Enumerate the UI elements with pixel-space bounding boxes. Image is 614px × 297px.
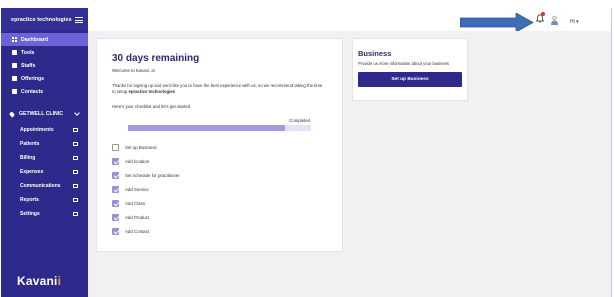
- sidebar-item-label: Reports: [20, 197, 39, 203]
- checkbox-checked[interactable]: [112, 171, 119, 179]
- expenses-icon: [73, 170, 78, 174]
- checkbox-checked[interactable]: [112, 185, 119, 193]
- checklist-item[interactable]: Add Service: [112, 182, 328, 196]
- topbar: Hi ▾: [88, 8, 614, 32]
- sidebar-item-communications[interactable]: Communications: [1, 179, 88, 193]
- sidebar-item-patients[interactable]: Patients: [1, 137, 88, 151]
- clinic-nav: Appointments Patients Billing Expenses Commu…: [1, 123, 88, 221]
- sidebar-item-label: Expenses: [20, 169, 44, 175]
- sidebar-item-reports[interactable]: Reports: [1, 193, 88, 207]
- sidebar-item-billing[interactable]: Billing: [1, 151, 88, 165]
- sidebar-item-label: Offerings: [21, 75, 45, 82]
- brand-bar: epractice technologies: [1, 8, 88, 31]
- checkbox-checked[interactable]: [112, 157, 119, 165]
- clinic-name: GETWELL CLINIC: [19, 111, 63, 117]
- trial-card: 30 days remaining Welcome to Kavani, a! …: [96, 38, 343, 252]
- checklist-item[interactable]: Add Product: [112, 210, 328, 224]
- calendar-icon: [73, 128, 78, 132]
- progress-label: Completed: [289, 118, 310, 123]
- sidebar-item-staffs[interactable]: Staffs: [1, 59, 88, 72]
- checklist-item[interactable]: Add location: [112, 154, 328, 168]
- checklist-item-label: Add Product: [125, 214, 150, 220]
- sidebar-item-label: Tools: [21, 49, 35, 56]
- progress-fill: [128, 125, 286, 131]
- tools-icon: [12, 50, 17, 55]
- checkbox-checked[interactable]: [112, 227, 119, 235]
- sidebar-item-label: Patients: [20, 141, 40, 147]
- welcome-text: Welcome to Kavani, a!: [112, 68, 155, 73]
- patients-icon: [73, 142, 78, 146]
- checklist-item-label: Add Service: [125, 186, 149, 192]
- sidebar-item-label: Contacts: [21, 88, 44, 95]
- sidebar-item-appointments[interactable]: Appointments: [1, 123, 88, 137]
- set-up-business-button[interactable]: Set up Business: [358, 72, 462, 87]
- dashboard-main: 30 days remaining Welcome to Kavani, a! …: [88, 31, 611, 297]
- sidebar-item-label: Settings: [20, 211, 40, 217]
- user-menu[interactable]: Hi ▾: [570, 19, 579, 25]
- checklist-item[interactable]: Add Class: [112, 196, 328, 210]
- checklist-item[interactable]: Add Contact: [112, 224, 328, 238]
- checkbox-checked[interactable]: [112, 199, 119, 207]
- notification-badge: [541, 12, 545, 16]
- chevron-down-icon: [74, 110, 80, 116]
- sidebar-item-label: Billing: [20, 155, 36, 161]
- checklist-item-label: Set schedule for practitioner: [125, 172, 180, 178]
- sidebar-item-dashboard[interactable]: Dashboard: [1, 33, 88, 46]
- sidebar-item-label: Communications: [20, 183, 61, 189]
- sidebar-item-tools[interactable]: Tools: [1, 46, 88, 59]
- main-nav: Dashboard Tools Staffs Offerings Contacts: [1, 31, 88, 98]
- setup-checklist: Set up Business Add location Set schedule …: [112, 140, 328, 238]
- sidebar-item-label: Dashboard: [21, 36, 49, 43]
- app-root: epractice technologies Dashboard Tools Sta…: [0, 0, 614, 297]
- checkbox-unchecked[interactable]: [112, 143, 119, 151]
- clinic-selector[interactable]: GETWELL CLINIC: [1, 107, 88, 121]
- staffs-icon: [12, 63, 17, 68]
- sidebar: epractice technologies Dashboard Tools Sta…: [1, 8, 88, 297]
- hamburger-menu-icon[interactable]: [75, 16, 83, 23]
- frame-border: [611, 8, 612, 297]
- sidebar-item-offerings[interactable]: Offerings: [1, 72, 88, 85]
- sidebar-item-label: Appointments: [20, 127, 54, 133]
- checklist-item-label: Add Class: [125, 200, 146, 206]
- gear-icon: [73, 212, 78, 216]
- dashboard-icon: [12, 37, 17, 42]
- progress-bar: [128, 125, 311, 131]
- sidebar-item-settings[interactable]: Settings: [1, 207, 88, 221]
- offerings-icon: [12, 76, 17, 81]
- sidebar-item-expenses[interactable]: Expenses: [1, 165, 88, 179]
- sidebar-item-label: Staffs: [21, 62, 36, 69]
- checklist-item[interactable]: Set schedule for practitioner: [112, 168, 328, 182]
- checkbox-checked[interactable]: [112, 213, 119, 221]
- chat-icon: [73, 184, 78, 188]
- business-name: epractice technologies: [128, 89, 176, 94]
- user-greeting: Hi: [570, 19, 575, 25]
- avatar-icon[interactable]: [550, 15, 559, 25]
- kavani-logo: Kavanii: [17, 274, 62, 288]
- reports-icon: [73, 198, 78, 202]
- contacts-icon: [12, 89, 17, 94]
- intro-text: Thanks for signing up and we'd like you …: [112, 83, 323, 94]
- business-card: Business Provide us more information abo…: [352, 38, 468, 101]
- business-description: Provide us more information about your b…: [358, 61, 450, 66]
- checklist-item-label: Add Contact: [125, 228, 150, 234]
- billing-icon: [73, 156, 78, 160]
- checklist-item-label: Add location: [125, 158, 150, 164]
- brand-name: epractice technologies: [11, 16, 72, 23]
- checklist-item[interactable]: Set up Business: [112, 140, 328, 154]
- checklist-heading: Here's your checklist and let's get star…: [112, 104, 191, 109]
- business-title: Business: [358, 49, 392, 58]
- location-pin-icon: [8, 110, 16, 118]
- checklist-item-label: Set up Business: [125, 144, 157, 150]
- sidebar-item-contacts[interactable]: Contacts: [1, 85, 88, 98]
- page-title: 30 days remaining: [112, 53, 200, 64]
- blue-arrow-annotation: [460, 13, 534, 32]
